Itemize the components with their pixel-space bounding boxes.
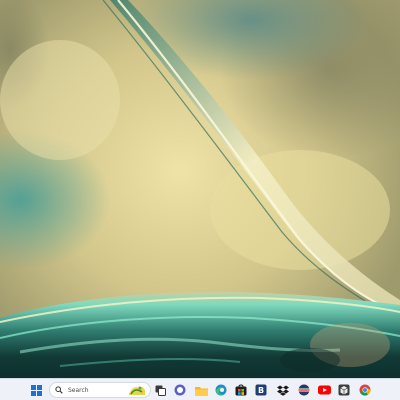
orb-icon bbox=[298, 384, 310, 396]
edge-icon bbox=[215, 384, 227, 396]
youtube-button[interactable] bbox=[317, 383, 331, 397]
desktop-screen: B bbox=[0, 0, 400, 400]
chrome-icon bbox=[359, 384, 371, 396]
youtube-icon bbox=[317, 385, 331, 395]
file-explorer-button[interactable] bbox=[194, 383, 208, 397]
search-input[interactable] bbox=[64, 384, 120, 396]
chat-icon bbox=[174, 384, 186, 396]
dropbox-button[interactable] bbox=[276, 383, 290, 397]
search-highlight-icon bbox=[129, 386, 145, 395]
edge-button[interactable] bbox=[214, 383, 228, 397]
store-icon bbox=[235, 384, 247, 396]
chat-button[interactable] bbox=[173, 383, 187, 397]
desktop-wallpaper bbox=[0, 0, 400, 378]
box-icon bbox=[338, 384, 350, 396]
taskbar-search-box[interactable] bbox=[49, 382, 151, 398]
taskbar: B bbox=[0, 378, 400, 400]
package-button[interactable] bbox=[337, 383, 351, 397]
chrome-button[interactable] bbox=[358, 383, 372, 397]
svg-text:B: B bbox=[258, 386, 264, 395]
dropbox-icon bbox=[277, 385, 289, 396]
bitwarden-button[interactable]: B bbox=[254, 383, 268, 397]
search-icon bbox=[55, 386, 64, 395]
start-button[interactable] bbox=[29, 383, 43, 397]
store-button[interactable] bbox=[234, 383, 248, 397]
task-view-button[interactable] bbox=[153, 383, 167, 397]
orb-app-button[interactable] bbox=[297, 383, 311, 397]
task-view-icon bbox=[155, 385, 166, 396]
shield-b-icon: B bbox=[255, 384, 267, 396]
windows-logo-icon bbox=[30, 384, 42, 396]
folder-icon bbox=[194, 386, 208, 396]
